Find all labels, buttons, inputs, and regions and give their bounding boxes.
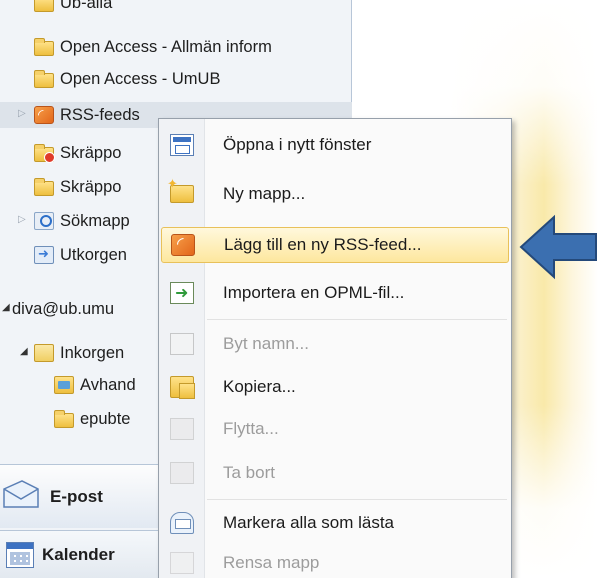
folder-icon	[34, 177, 54, 196]
rss-add-icon	[171, 234, 195, 256]
menu-item-open-new-window[interactable]: Öppna i nytt fönster	[161, 127, 509, 163]
menu-item-copy[interactable]: Kopiera...	[161, 369, 509, 405]
menu-item-rename[interactable]: Byt namn...	[161, 326, 509, 362]
menu-item-label: Lägg till en ny RSS-feed...	[224, 235, 422, 254]
nav-folder-label: RSS-feeds	[60, 105, 140, 124]
folder-icon	[54, 409, 74, 428]
collapse-arrow-icon[interactable]: ◢	[2, 302, 10, 313]
nav-button-label: E-post	[50, 486, 103, 506]
nav-folder-label: Avhand	[80, 375, 136, 394]
new-folder-icon	[167, 176, 194, 203]
menu-item-label: Öppna i nytt fönster	[223, 135, 372, 154]
outbox-icon	[34, 246, 54, 264]
folder-icon	[34, 37, 54, 56]
nav-folder-label: Open Access - UmUB	[60, 69, 221, 88]
search-folder-icon	[34, 212, 54, 230]
expand-arrow-icon[interactable]: ▷	[18, 108, 26, 119]
menu-item-delete[interactable]: Ta bort	[161, 455, 509, 491]
nav-folder-label: Inkorgen	[60, 343, 125, 362]
menu-item-label: Flytta...	[223, 419, 279, 438]
menu-item-label: Byt namn...	[223, 334, 309, 353]
junk-folder-icon	[34, 143, 55, 163]
menu-item-new-folder[interactable]: Ny mapp...	[161, 176, 509, 212]
menu-item-label: Ta bort	[223, 463, 275, 482]
nav-folder-label: Sökmapp	[60, 211, 130, 230]
clean-folder-icon	[170, 552, 194, 574]
nav-folder-label: Skräppo	[60, 143, 122, 162]
blue-arrow-icon	[519, 214, 597, 280]
context-menu: Öppna i nytt fönster Ny mapp... Lägg til…	[158, 118, 512, 578]
nav-folder-label: Ub-alla	[60, 0, 113, 12]
menu-item-add-rss-feed[interactable]: Lägg till en ny RSS-feed...	[161, 227, 509, 263]
nav-folder-utkorgen[interactable]: Utkorgen	[34, 242, 127, 268]
menu-item-mark-all-read[interactable]: Markera alla som lästa	[161, 505, 509, 541]
menu-separator	[207, 319, 507, 320]
calendar-icon	[6, 541, 34, 568]
folder-icon	[34, 69, 54, 88]
nav-folder-label: Open Access - Allmän inform	[60, 37, 272, 56]
nav-folder-avhand[interactable]: Avhand	[54, 372, 136, 398]
nav-folder-label: epubte	[80, 409, 131, 428]
nav-folder-skrappo-junk[interactable]: Skräppo	[34, 140, 121, 166]
menu-item-import-opml[interactable]: Importera en OPML-fil...	[161, 275, 509, 311]
nav-folder-open-access-allman[interactable]: Open Access - Allmän inform	[34, 34, 272, 60]
delete-icon	[170, 462, 194, 484]
menu-item-clean-folder[interactable]: Rensa mapp	[161, 545, 509, 578]
nav-button-label: Kalender	[42, 544, 115, 564]
nav-account-diva[interactable]: ◢ diva@ub.umu	[0, 296, 114, 322]
menu-item-label: Importera en OPML-fil...	[223, 283, 405, 302]
inbox-icon	[34, 344, 54, 362]
thesis-folder-icon	[54, 376, 74, 394]
menu-item-label: Ny mapp...	[223, 184, 306, 203]
nav-folder-open-access-umub[interactable]: Open Access - UmUB	[34, 66, 220, 92]
nav-folder-epubte[interactable]: epubte	[54, 406, 130, 432]
menu-item-move[interactable]: Flytta...	[161, 411, 509, 447]
import-icon	[170, 282, 194, 304]
mail-icon	[3, 480, 39, 508]
collapse-arrow-icon[interactable]: ◢	[20, 346, 28, 357]
mark-read-icon	[170, 512, 194, 534]
nav-folder-skrappo[interactable]: Skräppo	[34, 174, 121, 200]
expand-arrow-icon[interactable]: ▷	[18, 214, 26, 225]
menu-item-label: Kopiera...	[223, 377, 296, 396]
folder-icon	[34, 0, 54, 12]
rss-icon	[34, 106, 54, 124]
menu-separator	[207, 499, 507, 500]
nav-folder-ub-alla[interactable]: Ub-alla	[34, 0, 112, 16]
nav-account-label: diva@ub.umu	[12, 299, 115, 318]
nav-folder-sokmapp[interactable]: ▷ Sökmapp	[18, 208, 130, 234]
copy-icon	[170, 376, 195, 399]
nav-folder-inkorgen[interactable]: ◢ Inkorgen	[20, 340, 125, 366]
nav-folder-label: Skräppo	[60, 177, 122, 196]
menu-item-label: Rensa mapp	[223, 553, 320, 572]
nav-folder-label: Utkorgen	[60, 245, 127, 264]
open-window-icon	[170, 134, 194, 156]
move-icon	[170, 418, 194, 440]
menu-item-label: Markera alla som lästa	[223, 513, 395, 532]
rename-icon	[170, 333, 194, 355]
